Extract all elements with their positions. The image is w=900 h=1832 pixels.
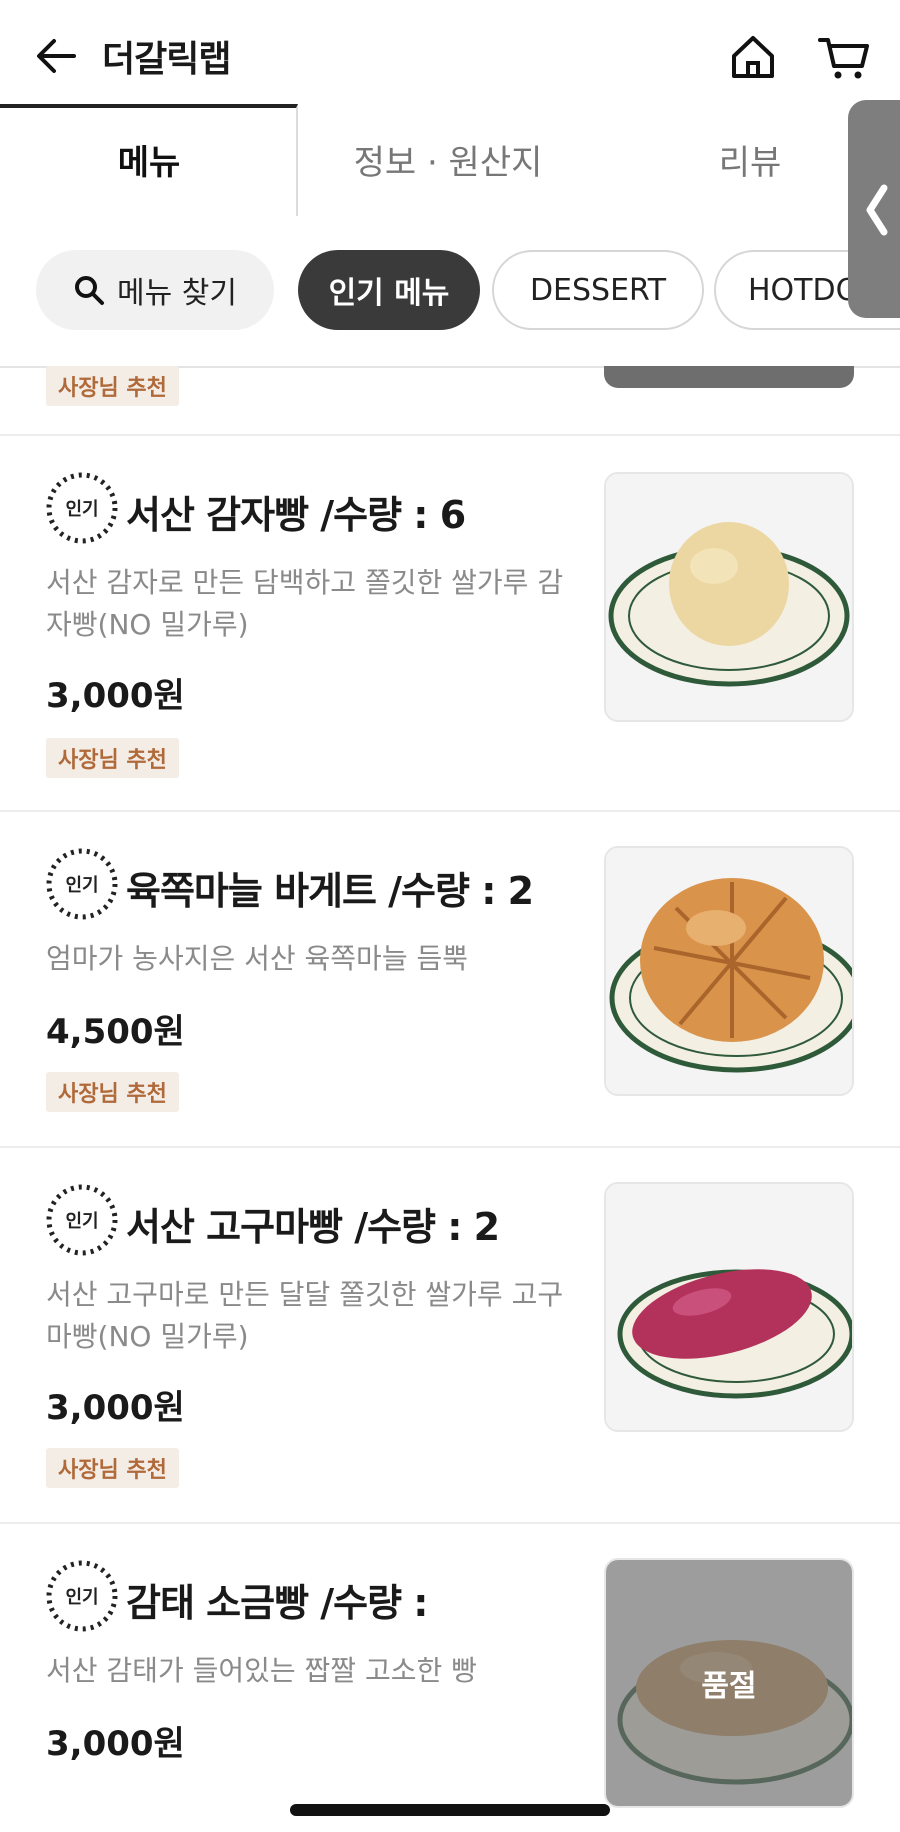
popular-label: 인기 (65, 1587, 99, 1608)
menu-search-button[interactable]: 메뉴 찾기 (36, 250, 274, 330)
category-chip-bar: 메뉴 찾기 인기 메뉴 DESSERT HOTDOG (0, 216, 900, 368)
side-panel-handle[interactable] (848, 100, 900, 318)
search-icon (75, 276, 105, 305)
menu-name: 서산 고구마빵 /수량 : 2 (126, 1205, 500, 1249)
menu-description: 서산 고구마로 만든 달달 쫄깃한 쌀가루 고구마빵(NO 밀가루) (46, 1278, 564, 1353)
home-icon[interactable] (728, 32, 778, 82)
menu-price: 3,000원 (46, 676, 185, 716)
back-arrow-icon[interactable] (34, 34, 78, 78)
popular-label: 인기 (65, 499, 99, 520)
menu-name: 육쪽마늘 바게트 /수량 : 2 (126, 869, 534, 913)
menu-item[interactable]: 인기 서산 고구마빵 /수량 : 2 서산 고구마로 만든 달달 쫄깃한 쌀가루… (0, 1148, 900, 1522)
cart-icon[interactable] (818, 32, 870, 82)
menu-thumbnail (604, 846, 854, 1096)
popular-label: 인기 (65, 1211, 99, 1232)
menu-item[interactable]: 인기 육쪽마늘 바게트 /수량 : 2 엄마가 농사지은 서산 육쪽마늘 듬뿍 … (0, 812, 900, 1146)
menu-name: 서산 감자빵 /수량 : 6 (126, 493, 466, 537)
search-label: 메뉴 찾기 (117, 276, 237, 311)
tab-info-origin[interactable]: 정보 · 원산지 (298, 104, 598, 214)
chip-popular-menu[interactable]: 인기 메뉴 (298, 250, 480, 330)
garlic-bread-image (606, 848, 852, 1094)
potato-bread-image (606, 474, 852, 720)
menu-thumbnail (604, 472, 854, 722)
list-item-partial[interactable]: 사장님 추천 (0, 366, 900, 436)
recommend-badge: 사장님 추천 (46, 1448, 179, 1488)
menu-price: 3,000원 (46, 1724, 185, 1764)
sweet-potato-bread-image (606, 1184, 852, 1430)
tab-menu[interactable]: 메뉴 (0, 104, 298, 214)
menu-description: 엄마가 농사지은 서산 육쪽마늘 듬뿍 (46, 942, 469, 975)
menu-item[interactable]: 인기 서산 감자빵 /수량 : 6 서산 감자로 만든 담백하고 쫄깃한 쌀가루… (0, 436, 900, 810)
menu-name: 감태 소금빵 /수량 : (126, 1581, 428, 1625)
menu-description: 서산 감태가 들어있는 짭짤 고소한 빵 (46, 1654, 477, 1687)
menu-thumbnail (604, 1182, 854, 1432)
recommend-badge: 사장님 추천 (46, 366, 179, 406)
soldout-overlay: 품절 (606, 1560, 852, 1806)
menu-price: 3,000원 (46, 1388, 185, 1428)
menu-thumbnail: 품절 (604, 1558, 854, 1808)
chevron-left-icon (866, 184, 888, 236)
popular-label: 인기 (65, 875, 99, 896)
menu-thumbnail-partial (604, 366, 854, 388)
menu-item[interactable]: 인기 감태 소금빵 /수량 : 서산 감태가 들어있는 짭짤 고소한 빵 3,0… (0, 1524, 900, 1832)
chip-dessert[interactable]: DESSERT (492, 250, 704, 330)
home-indicator (290, 1804, 610, 1816)
recommend-badge: 사장님 추천 (46, 1072, 179, 1112)
top-bar: 더갈릭랩 (0, 0, 900, 108)
menu-price: 4,500원 (46, 1012, 185, 1052)
menu-description: 서산 감자로 만든 담백하고 쫄깃한 쌀가루 감자빵(NO 밀가루) (46, 566, 564, 641)
recommend-badge: 사장님 추천 (46, 738, 179, 778)
store-title: 더갈릭랩 (102, 39, 231, 80)
